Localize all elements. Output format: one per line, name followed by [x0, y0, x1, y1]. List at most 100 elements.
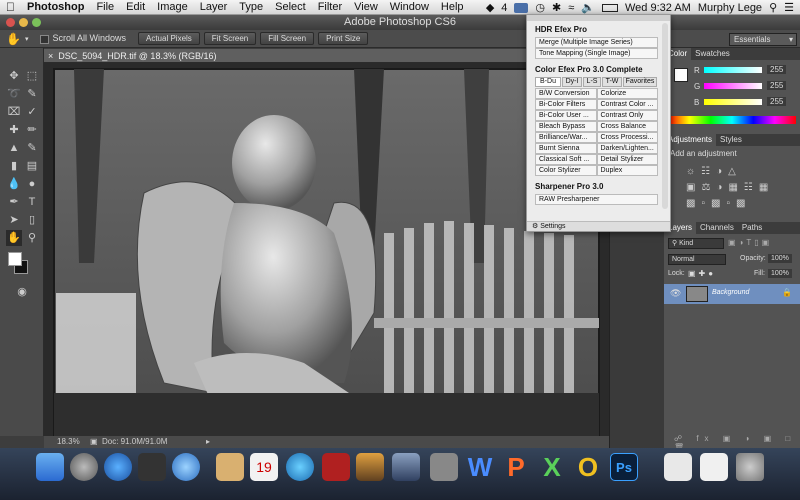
- itunes-icon[interactable]: [286, 453, 314, 481]
- g-value[interactable]: 255: [767, 81, 787, 90]
- tab-styles[interactable]: Styles: [716, 134, 746, 146]
- adjustment-icons-row-3[interactable]: ▩▫▩▫▩: [686, 198, 751, 209]
- zoom-tool-icon[interactable]: ⚲: [24, 230, 40, 246]
- history-brush-tool-icon[interactable]: ✎: [24, 140, 40, 156]
- hand-tool-selected-icon[interactable]: ✋: [6, 230, 22, 246]
- filter-bleach-bypass[interactable]: Bleach Bypass: [535, 121, 597, 132]
- spotlight-icon[interactable]: ⚲: [769, 1, 777, 14]
- app-store-icon[interactable]: [104, 453, 132, 481]
- tab-t-w[interactable]: T-W: [602, 77, 622, 87]
- safari-icon[interactable]: [172, 453, 200, 481]
- dropbox-icon[interactable]: ◆: [486, 1, 494, 14]
- menu-view[interactable]: View: [348, 0, 384, 15]
- menu-filter[interactable]: Filter: [312, 0, 348, 15]
- tool-preset-dropdown-icon[interactable]: ▾: [25, 35, 29, 43]
- filter-cross-processing[interactable]: Cross Processi...: [596, 132, 658, 143]
- fit-screen-button[interactable]: Fit Screen: [203, 32, 257, 45]
- filter-colorize[interactable]: Colorize: [596, 88, 658, 99]
- menu-image[interactable]: Image: [151, 0, 194, 15]
- time-machine-icon[interactable]: ◷: [535, 1, 545, 14]
- tab-swatches[interactable]: Swatches: [691, 48, 734, 60]
- menu-select[interactable]: Select: [269, 0, 312, 15]
- filter-contrast-color[interactable]: Contrast Color ...: [596, 99, 658, 110]
- trash-icon[interactable]: [736, 453, 764, 481]
- zoom-level[interactable]: 18.3%: [57, 436, 80, 448]
- document-stack-icon[interactable]: [664, 453, 692, 481]
- menu-file[interactable]: File: [90, 0, 120, 15]
- print-size-button[interactable]: Print Size: [318, 32, 369, 45]
- filter-brilliance-warmth[interactable]: Brilliance/War...: [535, 132, 597, 143]
- b-value[interactable]: 255: [767, 97, 787, 106]
- filter-burnt-sienna[interactable]: Burnt Sienna: [535, 143, 597, 154]
- menu-edit[interactable]: Edit: [120, 0, 151, 15]
- filter-bi-color-user[interactable]: Bi-Color User ...: [535, 110, 597, 121]
- document-canvas[interactable]: [44, 63, 609, 436]
- preview-icon[interactable]: [392, 453, 420, 481]
- filter-duplex[interactable]: Duplex: [596, 165, 658, 176]
- filter-darken-lighten[interactable]: Darken/Lighten...: [596, 143, 658, 154]
- r-slider[interactable]: [704, 67, 762, 73]
- pen-tool-icon[interactable]: ✒: [6, 194, 22, 210]
- tab-favorites[interactable]: Favorites: [623, 77, 657, 87]
- move-tool-icon[interactable]: ✥: [6, 68, 22, 84]
- lock-icons[interactable]: ▣✚●: [688, 269, 716, 278]
- list-icon[interactable]: ☰: [784, 1, 794, 14]
- fill-value[interactable]: 100%: [768, 269, 792, 278]
- app-menu[interactable]: Photoshop: [21, 0, 90, 15]
- marquee-tool-icon[interactable]: ⬚: [24, 68, 40, 84]
- layer-filter-kind[interactable]: ⚲ Kind: [668, 238, 724, 249]
- excel-icon[interactable]: X: [538, 453, 566, 481]
- filter-cross-balance[interactable]: Cross Balance: [596, 121, 658, 132]
- quick-select-tool-icon[interactable]: ✎: [24, 86, 40, 102]
- iphoto-icon[interactable]: [356, 453, 384, 481]
- volume-icon[interactable]: 🔈: [581, 1, 595, 14]
- menu-type[interactable]: Type: [233, 0, 269, 15]
- shape-tool-icon[interactable]: ▯: [24, 212, 40, 228]
- powerpoint-icon[interactable]: P: [502, 453, 530, 481]
- filter-bw-conversion[interactable]: B/W Conversion: [535, 88, 597, 99]
- path-selection-tool-icon[interactable]: ➤: [6, 212, 22, 228]
- hdr-tone-mapping-button[interactable]: Tone Mapping (Single Image): [535, 48, 658, 59]
- close-window-icon[interactable]: [6, 18, 15, 27]
- adjustment-icons-row-2[interactable]: ▣⚖◑▦☷▦: [686, 182, 774, 193]
- blur-tool-icon[interactable]: 💧: [6, 176, 22, 192]
- hand-tool-icon[interactable]: ✋: [6, 32, 21, 46]
- close-tab-icon[interactable]: ×: [48, 51, 53, 61]
- actual-pixels-button[interactable]: Actual Pixels: [138, 32, 200, 45]
- clock[interactable]: Wed 9:32 AM: [625, 2, 691, 14]
- calendar-icon[interactable]: 19: [250, 453, 278, 481]
- layer-row-background[interactable]: 👁 Background 🔒: [664, 284, 800, 304]
- efex-grip[interactable]: [527, 15, 670, 21]
- outlook-icon[interactable]: O: [574, 453, 602, 481]
- minimize-window-icon[interactable]: [19, 18, 28, 27]
- eye-icon[interactable]: 👁: [670, 288, 681, 299]
- menu-window[interactable]: Window: [384, 0, 435, 15]
- crop-tool-icon[interactable]: ⌧: [6, 104, 22, 120]
- tab-dy-i[interactable]: Dy-I: [562, 77, 582, 87]
- wifi-icon[interactable]: ≈: [568, 2, 574, 14]
- filter-classical-soft[interactable]: Classical Soft ...: [535, 154, 597, 165]
- fill-screen-button[interactable]: Fill Screen: [260, 32, 315, 45]
- blend-mode-select[interactable]: Normal: [668, 254, 726, 265]
- pdf-stack-icon[interactable]: [700, 453, 728, 481]
- launchpad-icon[interactable]: [70, 453, 98, 481]
- g-slider[interactable]: [704, 83, 762, 89]
- r-value[interactable]: 255: [767, 65, 787, 74]
- apple-menu-icon[interactable]: : [0, 0, 21, 15]
- zoom-window-icon[interactable]: [32, 18, 41, 27]
- quick-mask-icon[interactable]: ◉: [14, 284, 30, 300]
- foreground-color-swatch[interactable]: [8, 252, 22, 266]
- b-slider[interactable]: [704, 99, 762, 105]
- status-icon[interactable]: [514, 2, 529, 13]
- filter-contrast-only[interactable]: Contrast Only: [596, 110, 658, 121]
- filter-detail-stylizer[interactable]: Detail Stylizer: [596, 154, 658, 165]
- photo-booth-icon[interactable]: [322, 453, 350, 481]
- raw-presharpener-button[interactable]: RAW Presharpener: [535, 194, 658, 205]
- tab-b-du[interactable]: B-Du: [535, 77, 561, 87]
- contacts-icon[interactable]: [216, 453, 244, 481]
- doc-size-info[interactable]: Doc: 91.0M/91.0M: [102, 436, 167, 448]
- layer-name[interactable]: Background: [712, 289, 749, 296]
- status-menu-arrow-icon[interactable]: ▸: [206, 436, 210, 448]
- bluetooth-icon[interactable]: ✱: [552, 1, 561, 14]
- system-preferences-icon[interactable]: [430, 453, 458, 481]
